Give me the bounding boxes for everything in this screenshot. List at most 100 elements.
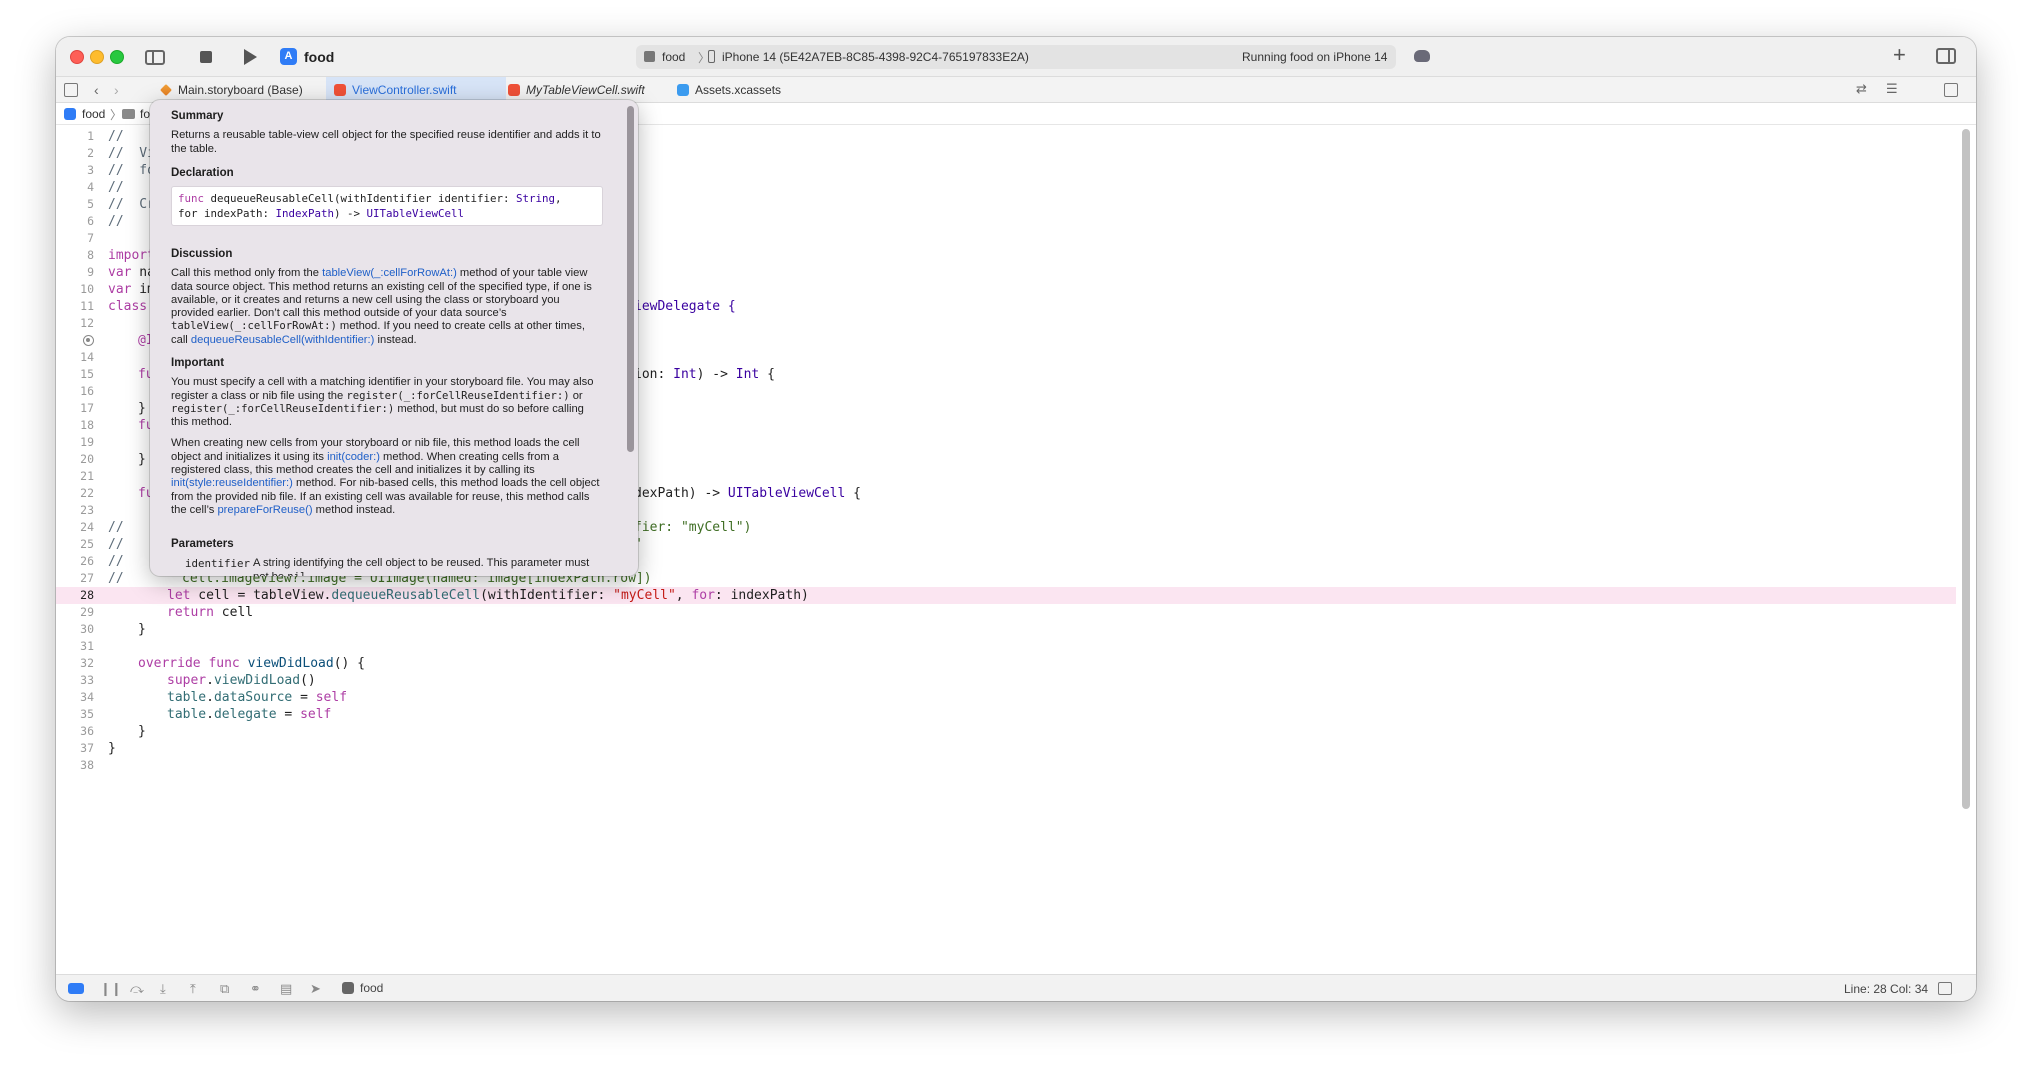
code-line[interactable]: 36} xyxy=(56,723,1956,740)
memory-graph-icon[interactable]: ⚭ xyxy=(250,981,261,996)
breadcrumb-folder[interactable]: fo xyxy=(140,107,150,121)
debug-area-toggle-button[interactable] xyxy=(68,983,84,994)
grid-icon[interactable] xyxy=(64,83,78,97)
add-button[interactable]: + xyxy=(1893,43,1906,67)
doc-link[interactable]: tableView(_:cellForRowAt:) xyxy=(322,267,457,279)
stop-button[interactable] xyxy=(198,47,214,67)
identifier: ion: xyxy=(634,367,674,382)
type-name: Int xyxy=(673,367,697,382)
run-button[interactable] xyxy=(242,47,258,67)
swift-icon xyxy=(508,84,520,96)
important-heading: Important xyxy=(171,357,225,369)
code-text: import xyxy=(108,248,155,263)
refresh-icon[interactable]: ⇄ xyxy=(1856,81,1867,97)
outlet-connection-icon[interactable] xyxy=(83,335,94,346)
assets-icon xyxy=(677,84,689,96)
forward-button[interactable]: › xyxy=(114,81,119,99)
doc-link[interactable]: init(style:reuseIdentifier:) xyxy=(171,477,293,489)
panel-toggle-icon[interactable] xyxy=(1938,982,1952,995)
line-number: 9 xyxy=(87,265,94,279)
inspector-toggle-button[interactable] xyxy=(1936,48,1956,64)
split-editor-icon[interactable] xyxy=(1944,83,1958,97)
code-line[interactable]: 32 override func viewDidLoad() { xyxy=(56,655,1956,672)
swift-icon xyxy=(334,84,346,96)
close-window-button[interactable] xyxy=(70,50,84,64)
discussion-heading: Discussion xyxy=(171,248,233,260)
code-line[interactable]: 37} xyxy=(56,740,1956,757)
location-icon[interactable]: ➤ xyxy=(310,981,321,996)
comment: // xyxy=(108,537,124,552)
zoom-window-button[interactable] xyxy=(110,50,124,64)
line-number: 33 xyxy=(80,673,94,687)
scheme-name[interactable]: food xyxy=(304,49,334,65)
current-code-line[interactable]: 28 let cell = tableView.dequeueReusableCe… xyxy=(56,587,1956,604)
code-text: override func viewDidLoad() { xyxy=(138,655,365,672)
step-into-icon[interactable]: ⤓ xyxy=(160,981,166,996)
code-text: return cell xyxy=(167,604,253,621)
doc-link[interactable]: dequeueReusableCell(withIdentifier:) xyxy=(191,334,374,346)
line-number: 29 xyxy=(80,605,94,619)
discussion-text: Call this method only from the tableView… xyxy=(171,267,603,347)
play-icon xyxy=(243,49,257,65)
destination-device[interactable]: iPhone 14 (5E42A7EB-8C85-4398-92C4-76519… xyxy=(722,50,1029,64)
parameter-row: identifier A string identifying the cell… xyxy=(171,557,603,576)
editor-options-icon[interactable]: ☰ xyxy=(1886,81,1898,97)
code-line[interactable]: 30} xyxy=(56,621,1956,638)
popover-scrollbar[interactable] xyxy=(627,106,634,452)
line-number: 1 xyxy=(87,129,94,143)
code-line[interactable]: 34 table.dataSource = self xyxy=(56,689,1956,706)
summary-section: Summary Returns a reusable table-view ce… xyxy=(171,110,603,156)
keyword: self xyxy=(300,707,332,722)
comment: fier: "myCell") xyxy=(634,520,752,535)
environment-overrides-icon[interactable]: ▤ xyxy=(280,981,292,996)
debug-target[interactable]: food xyxy=(360,981,383,995)
run-status: Running food on iPhone 14 xyxy=(1242,50,1388,64)
quick-help-popover[interactable]: Summary Returns a reusable table-view ce… xyxy=(150,100,638,576)
line-number: 2 xyxy=(87,146,94,160)
line-number: 14 xyxy=(80,350,94,364)
doc-link[interactable]: init(coder:) xyxy=(327,451,380,463)
code-text: let cell = tableView.dequeueReusableCell… xyxy=(167,587,809,604)
punctuation: } xyxy=(138,452,146,467)
breadcrumb-project[interactable]: food xyxy=(82,107,105,121)
minimize-window-button[interactable] xyxy=(90,50,104,64)
identifier: (withIdentifier: xyxy=(480,588,614,603)
line-number: 38 xyxy=(80,758,94,772)
line-number: 32 xyxy=(80,656,94,670)
navigator-toggle-button[interactable] xyxy=(144,47,166,67)
scheme-icon xyxy=(644,51,655,62)
code-line[interactable]: 29 return cell xyxy=(56,604,1956,621)
pause-icon[interactable]: ❙❙ xyxy=(100,981,122,996)
line-number: 17 xyxy=(80,401,94,415)
activity-view[interactable]: food 〉 iPhone 14 (5E42A7EB-8C85-4398-92C… xyxy=(636,45,1396,69)
identifier: : indexPath) xyxy=(714,588,809,603)
line-number: 7 xyxy=(87,231,94,245)
editor-scrollbar[interactable] xyxy=(1962,129,1970,809)
keyword: class xyxy=(108,299,148,314)
line-number: 12 xyxy=(80,316,94,330)
decl-type[interactable]: String xyxy=(516,192,555,205)
line-number: 18 xyxy=(80,418,94,432)
line-number: 37 xyxy=(80,741,94,755)
doc-link[interactable]: prepareForReuse() xyxy=(217,504,312,516)
code-line[interactable]: 35 table.delegate = self xyxy=(56,706,1956,723)
code-text: table.delegate = self xyxy=(167,706,331,723)
method-call[interactable]: dequeueReusableCell xyxy=(331,588,480,603)
code-line[interactable]: 31 xyxy=(56,638,1956,655)
code-line[interactable]: 38 xyxy=(56,757,1956,774)
step-out-icon[interactable]: ⤒ xyxy=(190,981,196,996)
decl-type[interactable]: UITableViewCell xyxy=(367,207,465,220)
view-hierarchy-icon[interactable]: ⧉ xyxy=(220,981,229,996)
code-line[interactable]: 33 super.viewDidLoad() xyxy=(56,672,1956,689)
tab-assets[interactable]: Assets.xcassets xyxy=(669,77,819,103)
step-over-icon[interactable]: ⤼ xyxy=(130,981,144,996)
line-number: 8 xyxy=(87,248,94,262)
code-text: var na xyxy=(108,264,155,281)
destination-scheme[interactable]: food xyxy=(662,50,685,64)
back-button[interactable]: ‹ xyxy=(94,81,99,99)
code-text: // fo xyxy=(108,163,155,178)
cloud-icon[interactable] xyxy=(1414,50,1430,62)
type-name: iewDelegate { xyxy=(634,299,736,314)
parameters-section: Parameters identifier A string identifyi… xyxy=(171,538,603,576)
decl-type[interactable]: IndexPath xyxy=(276,207,335,220)
